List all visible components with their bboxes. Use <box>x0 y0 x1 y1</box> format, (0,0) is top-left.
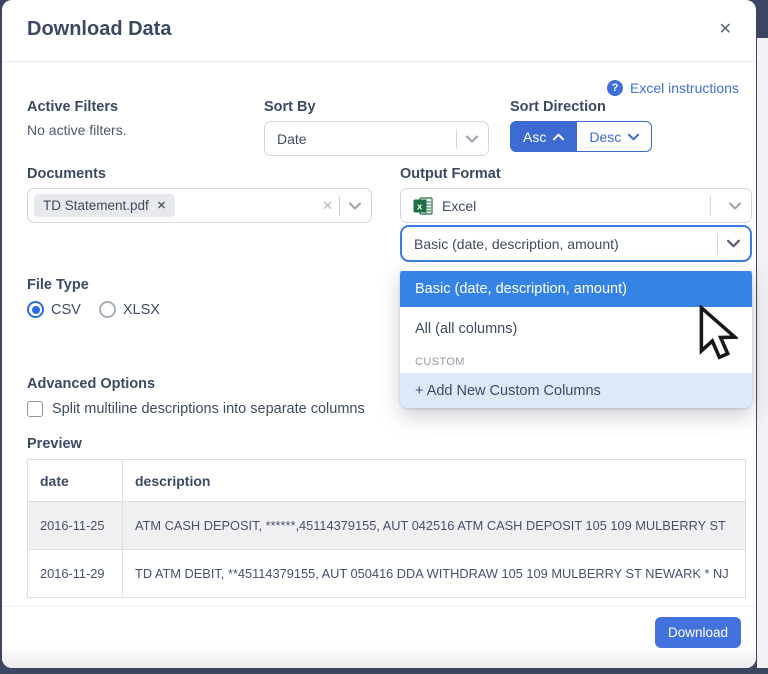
chevron-up-icon <box>553 133 565 140</box>
chevron-down-icon <box>729 202 741 209</box>
csv-radio-label: CSV <box>51 301 81 318</box>
download-button[interactable]: Download <box>655 617 741 648</box>
file-type-section: File Type CSV XLSX <box>27 277 160 318</box>
active-filters-section: Active Filters No active filters. <box>27 99 127 138</box>
clear-all-icon[interactable]: ✕ <box>322 198 333 214</box>
chevron-down-icon <box>727 239 740 248</box>
menu-option-add-custom-columns[interactable]: + Add New Custom Columns <box>400 373 752 408</box>
documents-section: Documents TD Statement.pdf ✕ ✕ <box>27 166 372 223</box>
download-data-modal: Download Data ✕ ? Excel instructions Act… <box>2 0 756 668</box>
columns-format-section: Basic (date, description, amount) <box>400 225 752 262</box>
documents-label: Documents <box>27 166 106 182</box>
columns-format-value: Basic (date, description, amount) <box>414 235 619 252</box>
output-format-label: Output Format <box>400 166 501 182</box>
output-format-value: Excel <box>442 197 477 214</box>
select-divider <box>710 195 711 216</box>
sort-desc-button[interactable]: Desc <box>577 121 653 152</box>
select-divider <box>456 128 457 149</box>
menu-section-custom-label: CUSTOM <box>415 356 465 368</box>
column-header-description: description <box>122 459 746 502</box>
radio-selected-icon[interactable] <box>27 301 44 318</box>
columns-format-dropdown-menu: Basic (date, description, amount) All (a… <box>400 267 752 408</box>
close-icon[interactable]: ✕ <box>719 19 732 39</box>
chevron-down-icon <box>628 133 640 140</box>
radio-unselected-icon[interactable] <box>98 301 116 318</box>
xlsx-radio-label: XLSX <box>122 301 160 318</box>
preview-label: Preview <box>27 436 82 452</box>
menu-option-basic[interactable]: Basic (date, description, amount) <box>400 271 752 307</box>
active-filters-empty-text: No active filters. <box>27 122 127 138</box>
select-divider <box>339 195 340 216</box>
modal-title: Download Data <box>27 18 172 40</box>
sort-direction-toggle: Asc Desc <box>510 121 653 152</box>
output-format-section: Output Format x Excel <box>400 166 752 223</box>
preview-section: Preview date description 2016-11-25 ATM … <box>27 436 746 598</box>
excel-icon: x <box>413 196 433 215</box>
documents-multiselect[interactable]: TD Statement.pdf ✕ ✕ <box>27 188 372 223</box>
active-filters-label: Active Filters <box>27 99 119 115</box>
modal-header: Download Data ✕ <box>2 0 756 62</box>
advanced-options-section: Advanced Options Split multiline descrip… <box>27 376 365 417</box>
advanced-options-label: Advanced Options <box>27 376 156 392</box>
asc-label: Asc <box>523 128 547 145</box>
preview-table-header-row: date description <box>27 459 746 502</box>
cell-description: ATM CASH DEPOSIT, ******,45114379155, AU… <box>122 501 746 550</box>
cell-description: TD ATM DEBIT, **45114379155, AUT 050416 … <box>122 549 746 598</box>
radio-option-xlsx[interactable]: XLSX <box>98 301 160 318</box>
sort-by-select[interactable]: Date <box>264 121 489 156</box>
sort-by-section: Sort By Date <box>264 99 489 156</box>
sort-asc-button[interactable]: Asc <box>510 121 578 152</box>
sort-direction-section: Sort Direction Asc Desc <box>510 99 653 152</box>
cell-date: 2016-11-25 <box>27 501 123 550</box>
documents-values: TD Statement.pdf ✕ <box>34 194 322 217</box>
svg-text:x: x <box>417 201 423 212</box>
remove-tag-icon[interactable]: ✕ <box>157 199 166 212</box>
cell-date: 2016-11-29 <box>27 549 123 598</box>
select-divider <box>717 233 718 254</box>
file-type-radios: CSV XLSX <box>27 301 160 318</box>
output-format-select[interactable]: x Excel <box>400 188 752 223</box>
help-question-icon: ? <box>607 80 623 96</box>
sort-by-label: Sort By <box>264 99 316 115</box>
desc-label: Desc <box>589 128 622 145</box>
split-multiline-checkbox-label: Split multiline descriptions into separa… <box>52 401 365 417</box>
checkbox-unchecked-icon[interactable] <box>27 401 43 417</box>
background-strip <box>757 38 768 668</box>
excel-instructions-link[interactable]: ? Excel instructions <box>607 80 739 96</box>
column-header-date: date <box>27 459 123 502</box>
document-tag: TD Statement.pdf ✕ <box>34 194 176 217</box>
excel-instructions-label: Excel instructions <box>630 80 739 96</box>
radio-option-csv[interactable]: CSV <box>27 301 81 318</box>
chevron-down-icon <box>466 135 478 142</box>
file-type-label: File Type <box>27 277 89 293</box>
table-row: 2016-11-25 ATM CASH DEPOSIT, ******,4511… <box>27 501 746 550</box>
menu-option-all[interactable]: All (all columns) <box>400 307 752 350</box>
table-row: 2016-11-29 TD ATM DEBIT, **45114379155, … <box>27 549 746 598</box>
chevron-down-icon <box>349 202 361 209</box>
modal-footer-gradient <box>2 646 756 668</box>
split-multiline-checkbox-row[interactable]: Split multiline descriptions into separa… <box>27 401 365 417</box>
sort-by-value: Date <box>277 130 307 147</box>
sort-direction-label: Sort Direction <box>510 99 606 115</box>
preview-table: date description 2016-11-25 ATM CASH DEP… <box>27 459 746 598</box>
footer-divider <box>2 606 756 607</box>
columns-format-select-focused[interactable]: Basic (date, description, amount) <box>400 225 752 262</box>
document-tag-label: TD Statement.pdf <box>43 198 149 213</box>
